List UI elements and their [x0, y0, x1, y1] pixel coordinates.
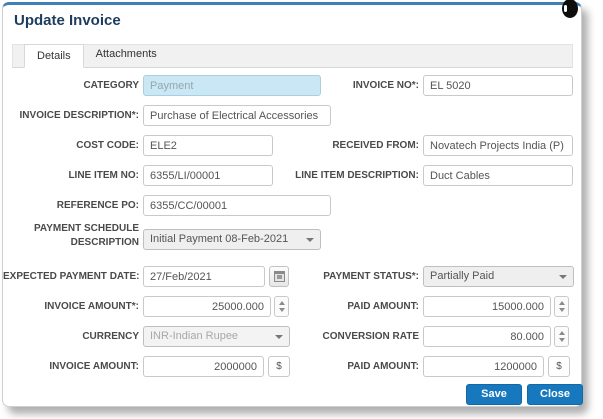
paid-amount-field[interactable] — [423, 296, 551, 317]
paid-amount-converted-field[interactable] — [423, 356, 544, 377]
spin-down-button[interactable] — [559, 308, 565, 312]
category-label: CATEGORY — [3, 75, 139, 96]
paid-amount-label: PAID AMOUNT: — [279, 296, 419, 317]
payment-schedule-description-select[interactable]: Initial Payment 08-Feb-2021 — [143, 229, 321, 250]
reference-po-label: REFERENCE PO: — [3, 195, 139, 216]
currency-select: INR-Indian Rupee — [143, 326, 290, 347]
chevron-down-icon — [559, 275, 567, 279]
update-invoice-dialog: Update Invoice Details Attachments CATEG… — [2, 2, 582, 407]
currency-value: INR-Indian Rupee — [150, 330, 238, 342]
paid-amount-spinner — [554, 296, 569, 317]
payment-schedule-description-label: PAYMENT SCHEDULE DESCRIPTION — [19, 222, 139, 250]
invoice-description-label: INVOICE DESCRIPTION*: — [3, 105, 139, 126]
tab-attachments[interactable]: Attachments — [84, 43, 169, 67]
expected-payment-date-label: EXPECTED PAYMENT DATE: — [3, 266, 139, 287]
tab-bar: Details Attachments — [12, 44, 573, 68]
page-title: Update Invoice — [14, 12, 121, 29]
conversion-rate-spinner — [554, 326, 569, 347]
currency-label: CURRENCY — [3, 326, 139, 347]
line-item-no-label: LINE ITEM NO: — [3, 165, 139, 186]
invoice-amount-label: INVOICE AMOUNT*: — [3, 296, 139, 317]
invoice-no-label: INVOICE NO*: — [279, 75, 419, 96]
line-item-description-label: LINE ITEM DESCRIPTION: — [279, 165, 419, 186]
invoice-amount-converted-label: INVOICE AMOUNT: — [3, 356, 139, 377]
expected-payment-date-field[interactable] — [143, 266, 265, 287]
invoice-amount-field[interactable] — [143, 296, 271, 317]
tab-details[interactable]: Details — [24, 44, 84, 68]
invoice-no-field[interactable] — [423, 75, 573, 96]
payment-status-value: Partially Paid — [430, 270, 494, 282]
paid-amount-converted-label: PAID AMOUNT: — [279, 356, 419, 377]
invoice-description-field[interactable] — [143, 105, 331, 126]
save-button[interactable]: Save — [466, 384, 522, 405]
payment-status-select[interactable]: Partially Paid — [423, 266, 574, 287]
paid-amount-currency-suffix: $ — [548, 356, 570, 377]
close-button[interactable]: Close — [527, 384, 583, 405]
reference-po-field[interactable] — [143, 195, 331, 216]
chevron-down-icon — [306, 238, 314, 242]
payment-schedule-description-value: Initial Payment 08-Feb-2021 — [150, 233, 288, 245]
received-from-field[interactable] — [423, 135, 573, 156]
cost-code-field[interactable] — [143, 135, 273, 156]
spin-up-button[interactable] — [559, 331, 565, 335]
line-item-no-field[interactable] — [143, 165, 273, 186]
spin-down-button[interactable] — [559, 338, 565, 342]
invoice-amount-converted-field[interactable] — [143, 356, 264, 377]
conversion-rate-label: CONVERSION RATE — [279, 326, 419, 347]
cursor-icon — [562, 0, 578, 18]
payment-status-label: PAYMENT STATUS*: — [279, 266, 419, 287]
line-item-description-field[interactable] — [423, 165, 573, 186]
conversion-rate-field[interactable] — [423, 326, 551, 347]
spin-up-button[interactable] — [559, 301, 565, 305]
cost-code-label: COST CODE: — [3, 135, 139, 156]
received-from-label: RECEIVED FROM: — [279, 135, 419, 156]
